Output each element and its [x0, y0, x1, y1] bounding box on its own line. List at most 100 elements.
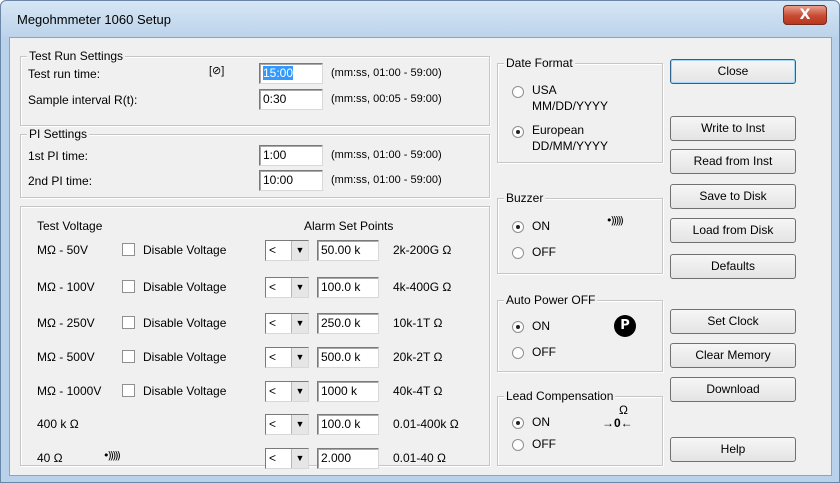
lead-compensation-group: Lead Compensation ON Ω →0← OFF	[497, 389, 663, 466]
chevron-down-icon[interactable]: ▼	[291, 415, 308, 434]
help-button[interactable]: Help	[670, 437, 796, 462]
pi-second-range: (mm:ss, 01:00 - 59:00)	[331, 174, 442, 186]
load-from-disk-button[interactable]: Load from Disk	[670, 218, 796, 243]
disable-voltage-label: Disable Voltage	[143, 384, 227, 398]
alarm-operator-select[interactable]: < ▼	[265, 347, 309, 368]
alarm-operator-value: <	[269, 350, 277, 364]
alarm-operator-select[interactable]: < ▼	[265, 313, 309, 334]
alarm-operator-select[interactable]: < ▼	[265, 277, 309, 298]
auto-power-on-radio[interactable]	[512, 321, 524, 333]
date-european-radio[interactable]	[512, 126, 524, 138]
lead-comp-on-radio[interactable]	[512, 417, 524, 429]
date-usa-format: MM/DD/YYYY	[532, 99, 609, 113]
disable-voltage-checkbox[interactable]	[122, 243, 135, 256]
alarm-value-input[interactable]: 250.0 k	[317, 313, 379, 334]
group-label: Date Format	[504, 56, 575, 70]
disable-voltage-checkbox[interactable]	[122, 280, 135, 293]
group-label: Auto Power OFF	[504, 293, 598, 307]
buzzer-on-radio[interactable]	[512, 221, 524, 233]
alarm-operator-select[interactable]: < ▼	[265, 240, 309, 261]
sample-interval-label: Sample interval R(t):	[28, 93, 138, 107]
alarm-range-label: 0.01-40 Ω	[393, 451, 447, 465]
window-title: Megohmmeter 1060 Setup	[17, 12, 171, 27]
date-format-group: Date Format USA MM/DD/YYYY European DD/M…	[497, 56, 663, 163]
group-label: Test Run Settings	[27, 49, 126, 63]
voltage-name: MΩ - 1000V	[37, 384, 102, 398]
alarm-range-label: 10k-1T Ω	[393, 316, 443, 330]
write-to-inst-button[interactable]: Write to Inst	[670, 116, 796, 141]
auto-power-on-label: ON	[532, 319, 550, 333]
auto-power-off-radio[interactable]	[512, 347, 524, 359]
alarm-operator-select[interactable]: < ▼	[265, 414, 309, 435]
alarm-value-input[interactable]: 500.0 k	[317, 347, 379, 368]
test-run-settings-group: Test Run Settings Test run time: [⊘] 15:…	[20, 49, 490, 126]
clock-icon[interactable]: [⊘]	[209, 64, 224, 77]
alarm-value-input[interactable]: 2.000	[317, 448, 379, 469]
close-button[interactable]: Close	[670, 59, 796, 84]
speaker-sound-icon: •)))))	[606, 214, 624, 227]
alarm-operator-select[interactable]: < ▼	[265, 381, 309, 402]
disable-voltage-checkbox[interactable]	[122, 350, 135, 363]
alarm-value-input[interactable]: 50.00 k	[317, 240, 379, 261]
disable-voltage-label: Disable Voltage	[143, 243, 227, 257]
disable-voltage-label: Disable Voltage	[143, 350, 227, 364]
date-european-label: European	[532, 123, 585, 137]
lead-comp-on-label: ON	[532, 415, 550, 429]
speaker-sound-icon: •)))))	[103, 449, 121, 462]
group-label: Buzzer	[504, 191, 546, 205]
chevron-down-icon[interactable]: ▼	[291, 241, 308, 260]
pi-first-input[interactable]: 1:00	[259, 145, 323, 166]
clear-memory-button[interactable]: Clear Memory	[670, 343, 796, 368]
setup-window: Megohmmeter 1060 Setup X Test Run Settin…	[0, 0, 840, 483]
test-run-time-input[interactable]: 15:00	[259, 63, 323, 84]
buzzer-off-radio[interactable]	[512, 247, 524, 259]
alarm-value-input[interactable]: 100.0 k	[317, 277, 379, 298]
pi-second-label: 2nd PI time:	[28, 174, 93, 188]
chevron-down-icon[interactable]: ▼	[291, 348, 308, 367]
disable-voltage-checkbox[interactable]	[122, 316, 135, 329]
alarm-operator-value: <	[269, 316, 277, 330]
lead-comp-off-label: OFF	[532, 437, 556, 451]
dialog-client-area: Test Run Settings Test run time: [⊘] 15:…	[9, 37, 832, 476]
alarm-value-input[interactable]: 1000 k	[317, 381, 379, 402]
chevron-down-icon[interactable]: ▼	[291, 382, 308, 401]
pi-first-label: 1st PI time:	[28, 149, 89, 163]
voltage-name: 400 k Ω	[37, 417, 79, 431]
sample-interval-input[interactable]: 0:30	[259, 89, 323, 110]
lead-comp-zero-arrows-icon: →0←	[602, 416, 633, 430]
window-close-icon[interactable]: X	[783, 5, 827, 25]
power-p-icon: P	[614, 315, 636, 337]
defaults-button[interactable]: Defaults	[670, 254, 796, 279]
alarm-value-input[interactable]: 100.0 k	[317, 414, 379, 435]
lead-comp-off-radio[interactable]	[512, 439, 524, 451]
alarm-operator-value: <	[269, 384, 277, 398]
pi-settings-group: PI Settings 1st PI time: 1:00 (mm:ss, 01…	[20, 127, 490, 198]
date-usa-radio[interactable]	[512, 86, 524, 98]
save-to-disk-button[interactable]: Save to Disk	[670, 184, 796, 209]
chevron-down-icon[interactable]: ▼	[291, 278, 308, 297]
disable-voltage-checkbox[interactable]	[122, 384, 135, 397]
alarm-operator-value: <	[269, 451, 277, 465]
voltage-name: MΩ - 500V	[37, 350, 95, 364]
buzzer-off-label: OFF	[532, 245, 556, 259]
test-voltage-header: Test Voltage	[37, 219, 103, 233]
alarm-set-points-header: Alarm Set Points	[304, 219, 394, 233]
group-label: PI Settings	[27, 127, 90, 141]
download-button[interactable]: Download	[670, 377, 796, 402]
sample-interval-range: (mm:ss, 00:05 - 59:00)	[331, 93, 442, 105]
chevron-down-icon[interactable]: ▼	[291, 449, 308, 468]
voltage-name: MΩ - 50V	[37, 243, 88, 257]
disable-voltage-label: Disable Voltage	[143, 316, 227, 330]
alarm-operator-value: <	[269, 280, 277, 294]
pi-second-input[interactable]: 10:00	[259, 170, 323, 191]
chevron-down-icon[interactable]: ▼	[291, 314, 308, 333]
lead-comp-omega-icon: Ω	[619, 403, 628, 417]
date-european-format: DD/MM/YYYY	[532, 139, 609, 153]
title-bar[interactable]: Megohmmeter 1060 Setup X	[1, 1, 839, 37]
alarm-operator-select[interactable]: < ▼	[265, 448, 309, 469]
read-from-inst-button[interactable]: Read from Inst	[670, 149, 796, 174]
alarm-operator-value: <	[269, 243, 277, 257]
voltage-name: MΩ - 100V	[37, 280, 95, 294]
alarm-range-label: 2k-200G Ω	[393, 243, 452, 257]
set-clock-button[interactable]: Set Clock	[670, 309, 796, 334]
